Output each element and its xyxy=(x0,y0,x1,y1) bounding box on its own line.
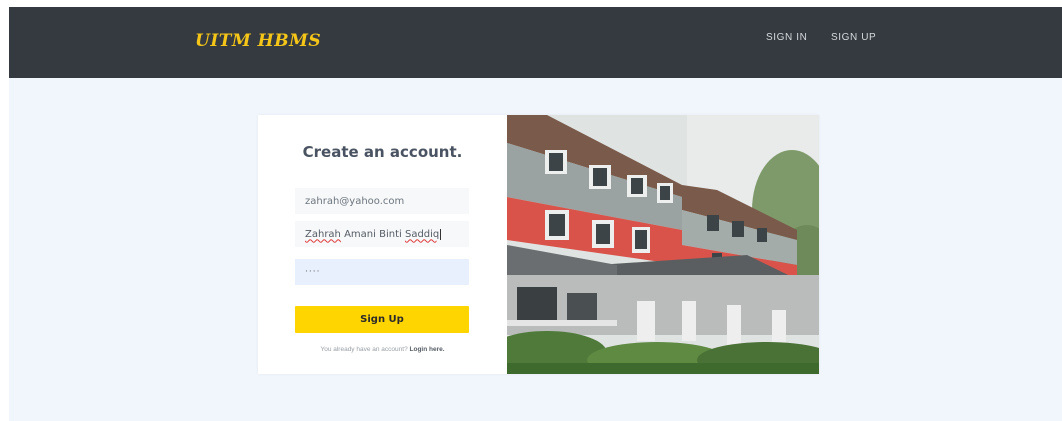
password-input[interactable]: ···· xyxy=(295,259,469,285)
brand-logo[interactable]: UITM HBMS xyxy=(195,31,321,51)
text-caret xyxy=(440,228,442,240)
email-value: zahrah@yahoo.com xyxy=(305,195,405,207)
nav-sign-up-link[interactable]: SIGN UP xyxy=(831,32,876,43)
password-mask: ···· xyxy=(305,267,321,277)
name-value-first: Zahrah xyxy=(305,228,341,240)
name-value-middle: Amani Binti xyxy=(344,228,402,240)
building-illustration xyxy=(507,115,819,374)
signup-card: Create an account. zahrah@yahoo.com Zahr… xyxy=(258,115,819,374)
signup-form: Create an account. zahrah@yahoo.com Zahr… xyxy=(258,115,507,374)
login-prompt-text: You already have an account? xyxy=(320,346,408,353)
page: UITM HBMS SIGN IN SIGN UP Create an acco… xyxy=(9,7,1062,421)
login-link[interactable]: Login here. xyxy=(410,346,445,353)
nav-sign-in-link[interactable]: SIGN IN xyxy=(766,32,807,43)
name-input[interactable]: Zahrah Amani Binti Saddiq xyxy=(295,221,469,247)
login-prompt-line: You already have an account? Login here. xyxy=(258,346,507,353)
sign-up-button[interactable]: Sign Up xyxy=(295,306,469,333)
hostel-building-photo xyxy=(507,115,819,374)
navbar: UITM HBMS SIGN IN SIGN UP xyxy=(9,7,1062,78)
name-value-last: Saddiq xyxy=(404,228,440,240)
email-input[interactable]: zahrah@yahoo.com xyxy=(295,188,469,214)
form-title: Create an account. xyxy=(302,143,463,161)
